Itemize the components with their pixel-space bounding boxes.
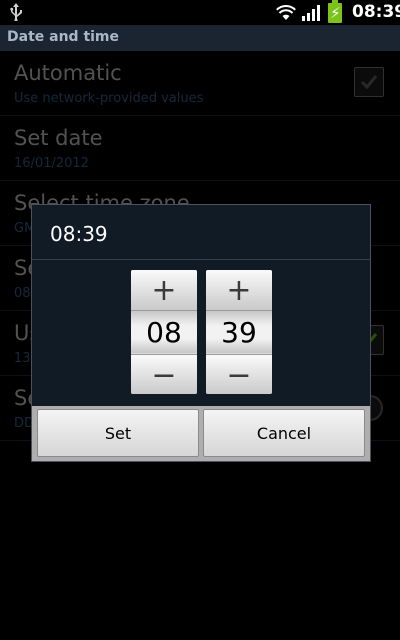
cancel-button[interactable]: Cancel bbox=[203, 409, 365, 457]
setting-title: Automatic bbox=[14, 61, 122, 85]
battery-charging-icon: ⚡ bbox=[328, 0, 342, 23]
minute-value[interactable]: 39 bbox=[206, 311, 272, 353]
title-bar: Date and time bbox=[0, 25, 400, 51]
minute-increment-button[interactable]: + bbox=[206, 270, 272, 311]
setting-subtitle: 08 bbox=[14, 286, 31, 301]
status-time: 08:39 bbox=[352, 2, 400, 22]
hour-decrement-button[interactable]: − bbox=[131, 354, 197, 394]
wifi-icon bbox=[276, 5, 296, 20]
usb-icon bbox=[10, 3, 22, 21]
time-picker-dialog: 08:39 + 08 − + 39 − Set Cancel bbox=[31, 204, 371, 462]
page-title: Date and time bbox=[7, 29, 120, 45]
setting-subtitle: Use network-provided values bbox=[14, 91, 204, 106]
setting-subtitle: 13 bbox=[14, 351, 31, 366]
setting-subtitle: 16/01/2012 bbox=[14, 156, 89, 171]
hour-spinner: + 08 − bbox=[131, 270, 197, 394]
dialog-button-bar: Set Cancel bbox=[32, 406, 370, 461]
setting-set-date[interactable]: Set date 16/01/2012 bbox=[0, 116, 400, 181]
setting-automatic[interactable]: Automatic Use network-provided values bbox=[0, 51, 400, 116]
status-bar: ⚡ 08:39 bbox=[0, 0, 400, 25]
setting-title: Set date bbox=[14, 126, 103, 150]
hour-increment-button[interactable]: + bbox=[131, 270, 197, 311]
set-button[interactable]: Set bbox=[37, 409, 199, 457]
signal-icon bbox=[302, 5, 320, 21]
dialog-title: 08:39 bbox=[50, 222, 108, 246]
minute-decrement-button[interactable]: − bbox=[206, 354, 272, 394]
minute-spinner: + 39 − bbox=[206, 270, 272, 394]
automatic-checkbox[interactable] bbox=[354, 67, 384, 97]
dialog-divider bbox=[32, 259, 370, 260]
hour-value[interactable]: 08 bbox=[131, 311, 197, 353]
check-icon bbox=[360, 75, 378, 90]
